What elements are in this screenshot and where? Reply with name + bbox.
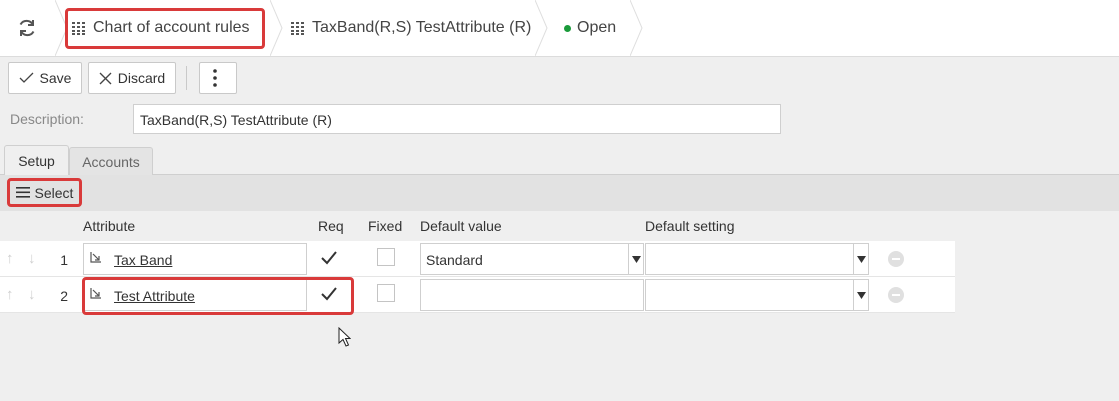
toolbar-divider [186, 66, 187, 90]
status-label: Open [577, 19, 617, 36]
default-value-input[interactable] [420, 279, 644, 311]
close-icon [99, 72, 112, 84]
attribute-cell[interactable]: Tax Band [83, 243, 307, 275]
description-input[interactable]: TaxBand(R,S) TestAttribute (R) [133, 104, 781, 134]
breadcrumb-separator [270, 0, 283, 56]
column-header-req[interactable]: Req [318, 218, 344, 234]
breadcrumb-label: TaxBand(R,S) TestAttribute (R) [312, 19, 532, 36]
lookup-icon[interactable] [90, 251, 102, 263]
remove-icon[interactable] [888, 287, 904, 303]
tab-accounts[interactable]: Accounts [69, 147, 153, 175]
breadcrumb-item-record[interactable]: TaxBand(R,S) TestAttribute (R) [291, 0, 531, 56]
default-value-text: Standard [426, 252, 483, 268]
chevron-down-icon[interactable] [853, 244, 868, 274]
check-icon [19, 72, 33, 83]
table-row: ↑ ↓ 1 Tax Band Standard [0, 241, 955, 277]
req-checkbox[interactable] [320, 250, 338, 268]
save-button[interactable]: Save [8, 62, 82, 94]
row-number: 1 [60, 252, 68, 268]
save-label: Save [39, 70, 72, 86]
column-header-default-value[interactable]: Default value [420, 218, 502, 234]
status-dot-icon [564, 24, 571, 32]
default-setting-select[interactable] [645, 243, 869, 275]
tab-setup[interactable]: Setup [4, 145, 69, 175]
row-number: 2 [60, 288, 68, 304]
mouse-cursor-icon [338, 326, 352, 352]
refresh-icon[interactable] [16, 17, 38, 39]
chevron-down-icon[interactable] [853, 280, 868, 310]
default-value-select[interactable]: Standard [420, 243, 644, 275]
breadcrumb-separator [535, 0, 548, 56]
breadcrumb-item-status[interactable]: Open [564, 0, 616, 56]
remove-icon[interactable] [888, 251, 904, 267]
move-up-icon[interactable]: ↑ [6, 250, 14, 267]
more-options-button[interactable] [199, 62, 237, 94]
move-up-icon[interactable]: ↑ [6, 286, 14, 303]
highlight-box [82, 277, 354, 315]
grid-icon [291, 21, 304, 35]
discard-label: Discard [117, 70, 166, 86]
breadcrumb-separator [630, 0, 643, 56]
chevron-down-icon[interactable] [628, 244, 643, 274]
fixed-checkbox[interactable] [377, 248, 395, 266]
check-icon [321, 251, 337, 265]
default-setting-select[interactable] [645, 279, 869, 311]
grid-toolbar [0, 175, 1119, 211]
move-down-icon[interactable]: ↓ [28, 250, 36, 267]
column-header-attribute[interactable]: Attribute [83, 218, 135, 234]
column-header-fixed[interactable]: Fixed [368, 218, 402, 234]
description-label: Description: [10, 111, 84, 127]
column-header-default-setting[interactable]: Default setting [645, 218, 735, 234]
move-down-icon[interactable]: ↓ [28, 286, 36, 303]
highlight-box [7, 178, 82, 207]
discard-button[interactable]: Discard [88, 62, 176, 94]
attribute-link[interactable]: Tax Band [114, 252, 172, 268]
highlight-box [65, 8, 265, 49]
more-vertical-icon [213, 69, 217, 87]
fixed-checkbox[interactable] [377, 284, 395, 302]
